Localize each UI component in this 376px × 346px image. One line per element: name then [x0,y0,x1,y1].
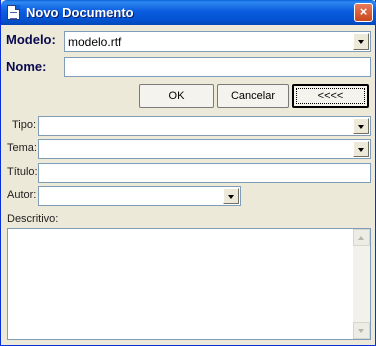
nome-input[interactable] [65,58,370,76]
autor-select[interactable] [38,186,241,206]
vertical-scrollbar[interactable] [353,229,370,339]
titulo-input[interactable] [39,164,370,182]
tema-select[interactable] [38,139,371,159]
title-bar[interactable]: Novo Documento × [1,0,376,25]
close-icon[interactable]: × [354,3,373,22]
tipo-select[interactable] [38,116,371,136]
descritivo-label: Descritivo: [7,213,59,225]
chevron-down-icon[interactable] [223,188,239,204]
collapse-toggle-button[interactable]: <<<< [292,84,369,108]
chevron-down-icon[interactable] [353,141,369,157]
window-title: Novo Documento [26,5,134,20]
scroll-up-icon[interactable] [353,229,370,246]
chevron-down-icon[interactable] [353,33,369,50]
titulo-label: Título: [7,166,38,178]
document-icon [7,5,20,20]
cancel-button[interactable]: Cancelar [217,84,289,108]
modelo-select[interactable]: modelo.rtf [64,31,371,52]
chevron-down-icon[interactable] [353,118,369,134]
modelo-label: Modelo: [6,32,56,47]
ok-button[interactable]: OK [139,84,214,108]
nome-field[interactable] [64,57,371,77]
scroll-down-icon[interactable] [353,322,370,339]
tipo-label: Tipo: [12,119,37,131]
tema-label: Tema: [7,142,37,154]
modelo-value: modelo.rtf [68,35,122,49]
autor-label: Autor: [7,189,37,201]
nome-label: Nome: [6,59,47,74]
titulo-field[interactable] [38,163,371,183]
new-document-dialog: Novo Documento × Modelo: modelo.rtf Nome… [0,0,376,346]
descritivo-textarea[interactable] [7,228,371,340]
